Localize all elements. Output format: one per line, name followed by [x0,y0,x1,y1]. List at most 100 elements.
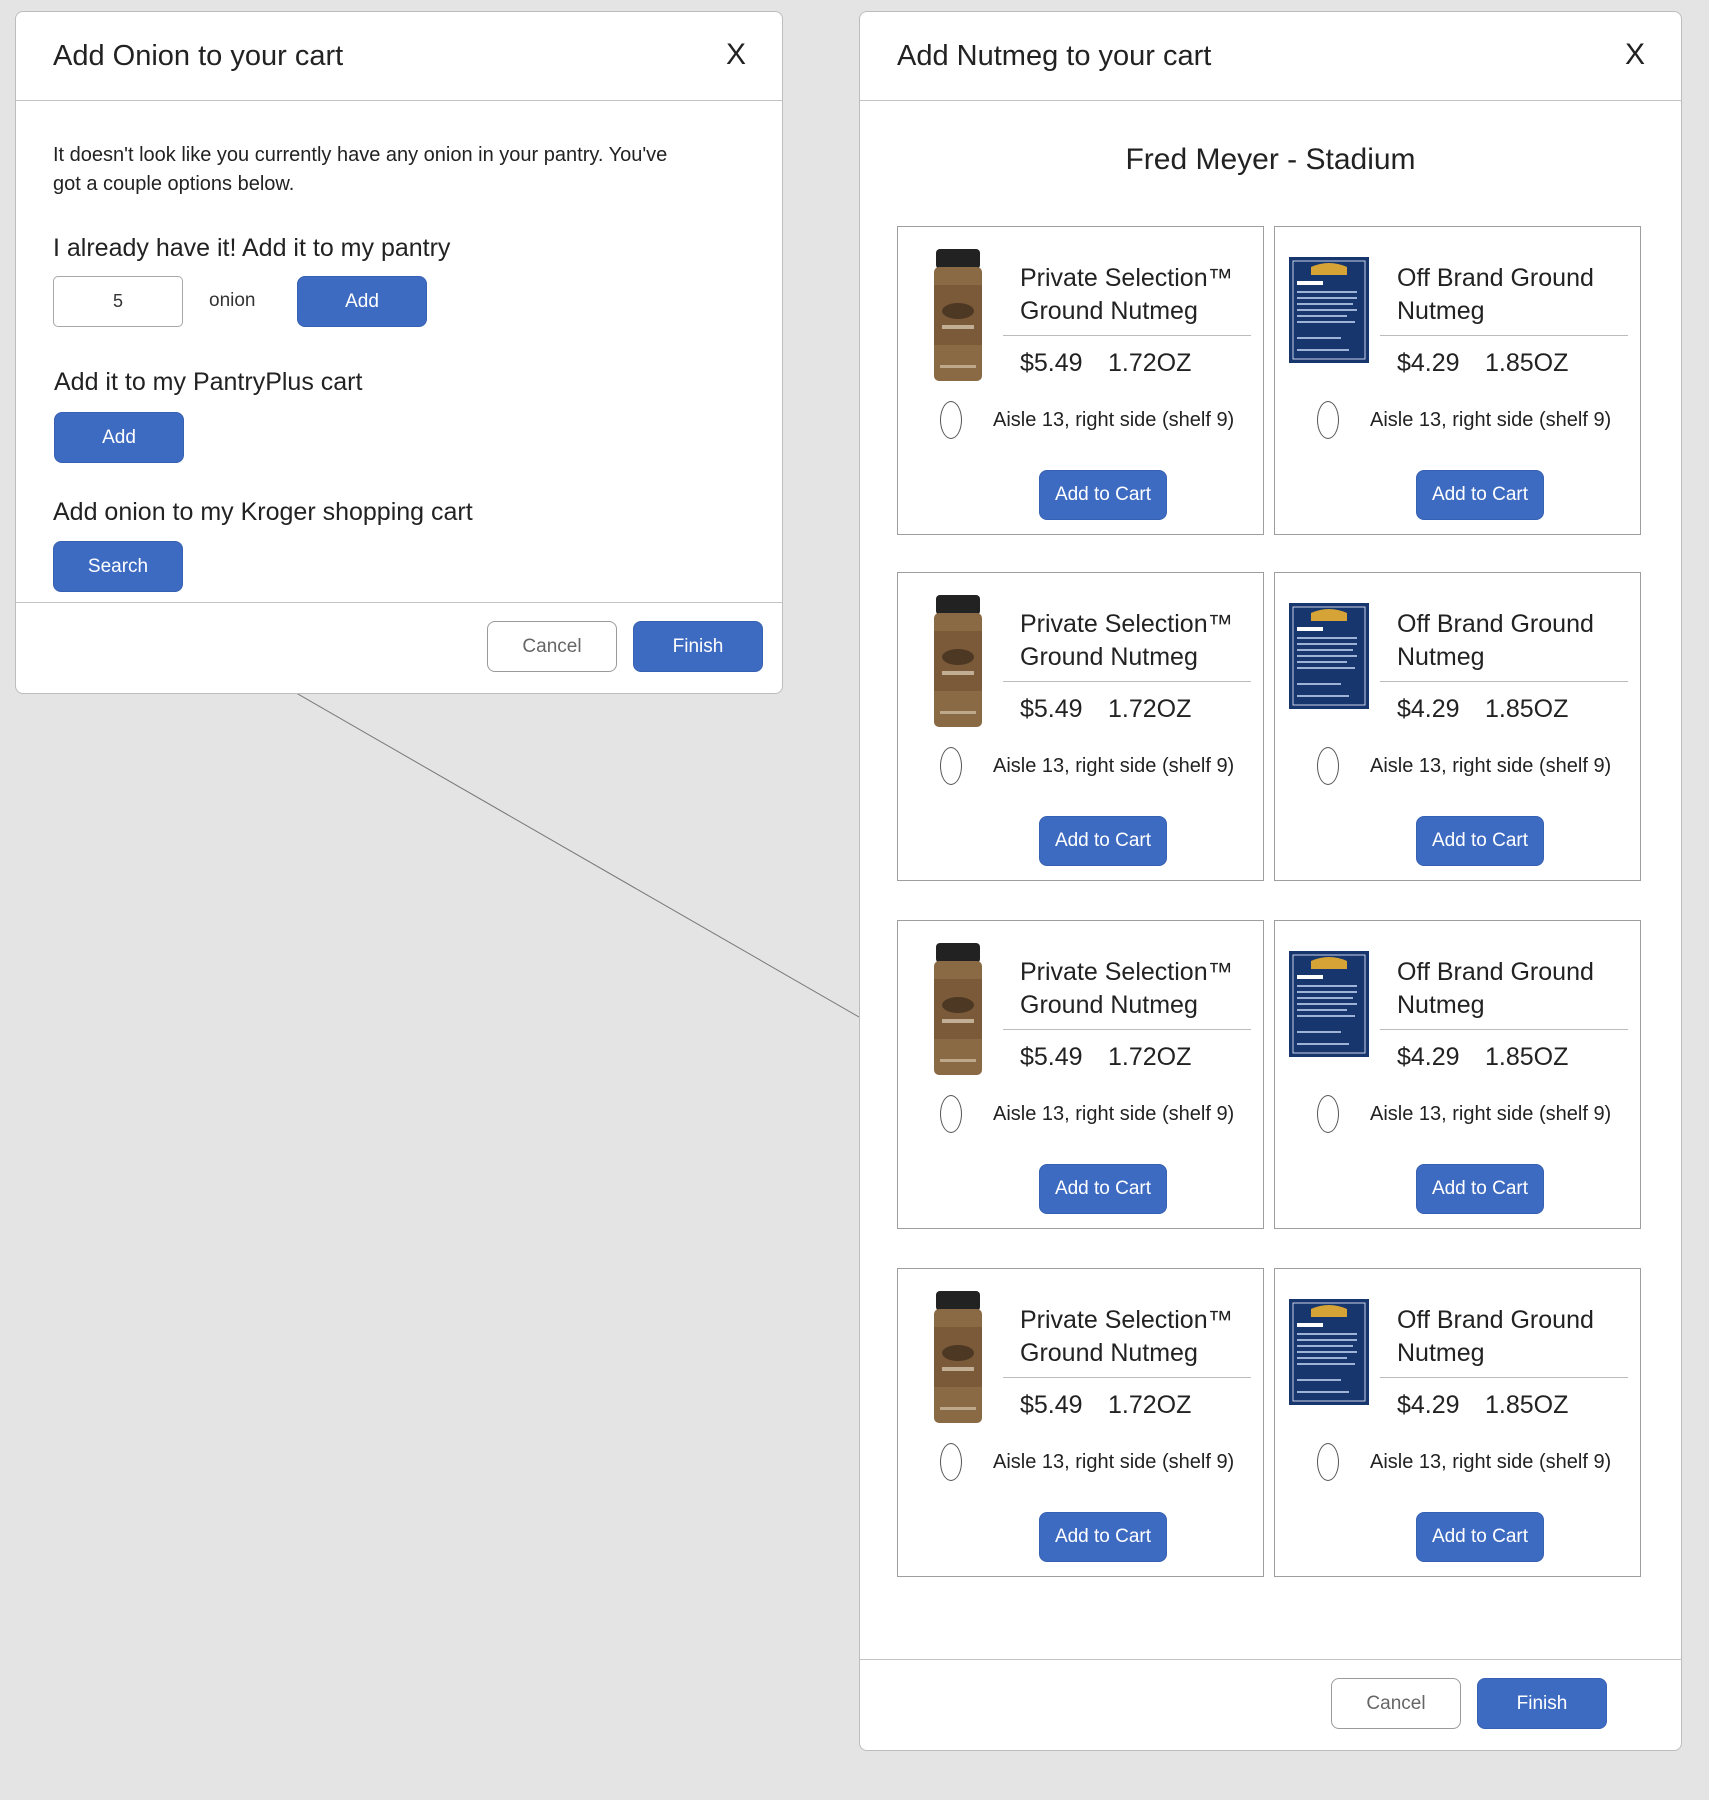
product-card: Private Selection™ Ground Nutmeg $5.49 1.72… [897,920,1264,1229]
add-to-cart-button[interactable]: Add to Cart [1416,816,1544,866]
store-name: Fred Meyer - Stadium [1125,143,1416,176]
aisle-location: Aisle 13, right side (shelf 9) [993,1451,1235,1473]
cancel-button[interactable]: Cancel [487,621,617,672]
product-card: Private Selection™ Ground Nutmeg $5.49 1.72… [897,572,1264,881]
dialog-title: Add Onion to your cart [53,40,344,72]
product-name: Off Brand Ground Nutmeg [1397,608,1594,674]
product-name-line: Off Brand Ground [1397,958,1594,986]
product-size: 1.85OZ [1485,349,1569,377]
product-name-line: Ground Nutmeg [1020,297,1198,325]
pantry-heading: I already have it! Add it to my pantry [53,234,451,262]
product-name-line: Ground Nutmeg [1020,991,1198,1019]
divider [1380,681,1628,682]
aisle-location: Aisle 13, right side (shelf 9) [1370,1103,1612,1125]
divider [1003,335,1251,336]
product-card: Private Selection™ Ground Nutmeg $5.49 1.72… [897,226,1264,535]
divider [1380,335,1628,336]
divider [1380,1029,1628,1030]
aisle-location: Aisle 13, right side (shelf 9) [993,1103,1235,1125]
quantity-input[interactable] [53,276,183,327]
product-name-line: Private Selection™ [1020,1306,1233,1334]
select-radio[interactable] [1317,747,1339,785]
kroger-heading: Add onion to my Kroger shopping cart [53,498,473,526]
dialog-header: Add Nutmeg to your cart X [860,12,1681,101]
product-price: $5.49 [1020,1043,1083,1071]
select-radio[interactable] [1317,1443,1339,1481]
add-to-cart-button[interactable]: Add to Cart [1039,470,1167,520]
product-card: Off Brand Ground Nutmeg $4.29 1.85OZ Aisle 1… [1274,572,1641,881]
product-size: 1.85OZ [1485,1043,1569,1071]
product-image [930,595,986,729]
finish-button[interactable]: Finish [1477,1678,1607,1729]
select-radio[interactable] [940,747,962,785]
product-name-line: Nutmeg [1397,643,1485,671]
product-price: $4.29 [1397,1043,1460,1071]
product-image [930,249,986,383]
product-name: Private Selection™ Ground Nutmeg [1020,608,1233,674]
finish-button[interactable]: Finish [633,621,763,672]
product-price: $5.49 [1020,695,1083,723]
add-to-cart-button[interactable]: Add to Cart [1416,1512,1544,1562]
product-name-line: Off Brand Ground [1397,1306,1594,1334]
product-name: Private Selection™ Ground Nutmeg [1020,1304,1233,1370]
product-image [1289,1299,1369,1405]
add-to-pantryplus-button[interactable]: Add [54,412,184,463]
product-card: Private Selection™ Ground Nutmeg $5.49 1.72… [897,1268,1264,1577]
add-to-cart-button[interactable]: Add to Cart [1039,816,1167,866]
product-price: $5.49 [1020,349,1083,377]
dialog-footer: Cancel Finish [16,602,782,693]
product-size: 1.85OZ [1485,1391,1569,1419]
product-name-line: Nutmeg [1397,991,1485,1019]
product-card: Off Brand Ground Nutmeg $4.29 1.85OZ Aisle 1… [1274,1268,1641,1577]
add-to-cart-button[interactable]: Add to Cart [1039,1164,1167,1214]
unit-label: onion [209,290,256,311]
product-card: Off Brand Ground Nutmeg $4.29 1.85OZ Aisle 1… [1274,920,1641,1229]
add-to-pantry-button[interactable]: Add [297,276,427,327]
divider [1003,1029,1251,1030]
close-icon[interactable]: X [726,38,746,72]
product-name: Private Selection™ Ground Nutmeg [1020,262,1233,328]
add-to-cart-button[interactable]: Add to Cart [1039,1512,1167,1562]
product-size: 1.72OZ [1108,1043,1192,1071]
product-name-line: Nutmeg [1397,297,1485,325]
search-button[interactable]: Search [53,541,183,592]
aisle-location: Aisle 13, right side (shelf 9) [1370,755,1612,777]
product-name-line: Private Selection™ [1020,264,1233,292]
product-price: $4.29 [1397,695,1460,723]
divider [1380,1377,1628,1378]
product-size: 1.72OZ [1108,349,1192,377]
add-to-cart-button[interactable]: Add to Cart [1416,1164,1544,1214]
product-image [1289,257,1369,363]
product-name-line: Ground Nutmeg [1020,643,1198,671]
divider [1003,681,1251,682]
select-radio[interactable] [1317,1095,1339,1133]
select-radio[interactable] [1317,401,1339,439]
select-radio[interactable] [940,401,962,439]
product-price: $4.29 [1397,349,1460,377]
add-to-cart-button[interactable]: Add to Cart [1416,470,1544,520]
product-name-line: Ground Nutmeg [1020,1339,1198,1367]
dialog-footer: Cancel Finish [860,1659,1681,1750]
aisle-location: Aisle 13, right side (shelf 9) [1370,409,1612,431]
cancel-button[interactable]: Cancel [1331,1678,1461,1729]
divider [1003,1377,1251,1378]
product-price: $5.49 [1020,1391,1083,1419]
add-nutmeg-dialog: Add Nutmeg to your cart X Fred Meyer - S… [859,11,1682,1751]
pantryplus-heading: Add it to my PantryPlus cart [54,368,363,396]
dialog-title: Add Nutmeg to your cart [897,40,1212,72]
product-name-line: Private Selection™ [1020,958,1233,986]
close-icon[interactable]: X [1625,38,1645,72]
dialog-header: Add Onion to your cart X [16,12,782,101]
product-name-line: Off Brand Ground [1397,610,1594,638]
product-image [1289,951,1369,1057]
select-radio[interactable] [940,1443,962,1481]
select-radio[interactable] [940,1095,962,1133]
add-onion-dialog: Add Onion to your cart X It doesn't look… [15,11,783,694]
product-name: Off Brand Ground Nutmeg [1397,956,1594,1022]
product-name-line: Private Selection™ [1020,610,1233,638]
product-size: 1.85OZ [1485,695,1569,723]
intro-text: It doesn't look like you currently have … [53,144,668,195]
product-image [1289,603,1369,709]
product-price: $4.29 [1397,1391,1460,1419]
aisle-location: Aisle 13, right side (shelf 9) [1370,1451,1612,1473]
